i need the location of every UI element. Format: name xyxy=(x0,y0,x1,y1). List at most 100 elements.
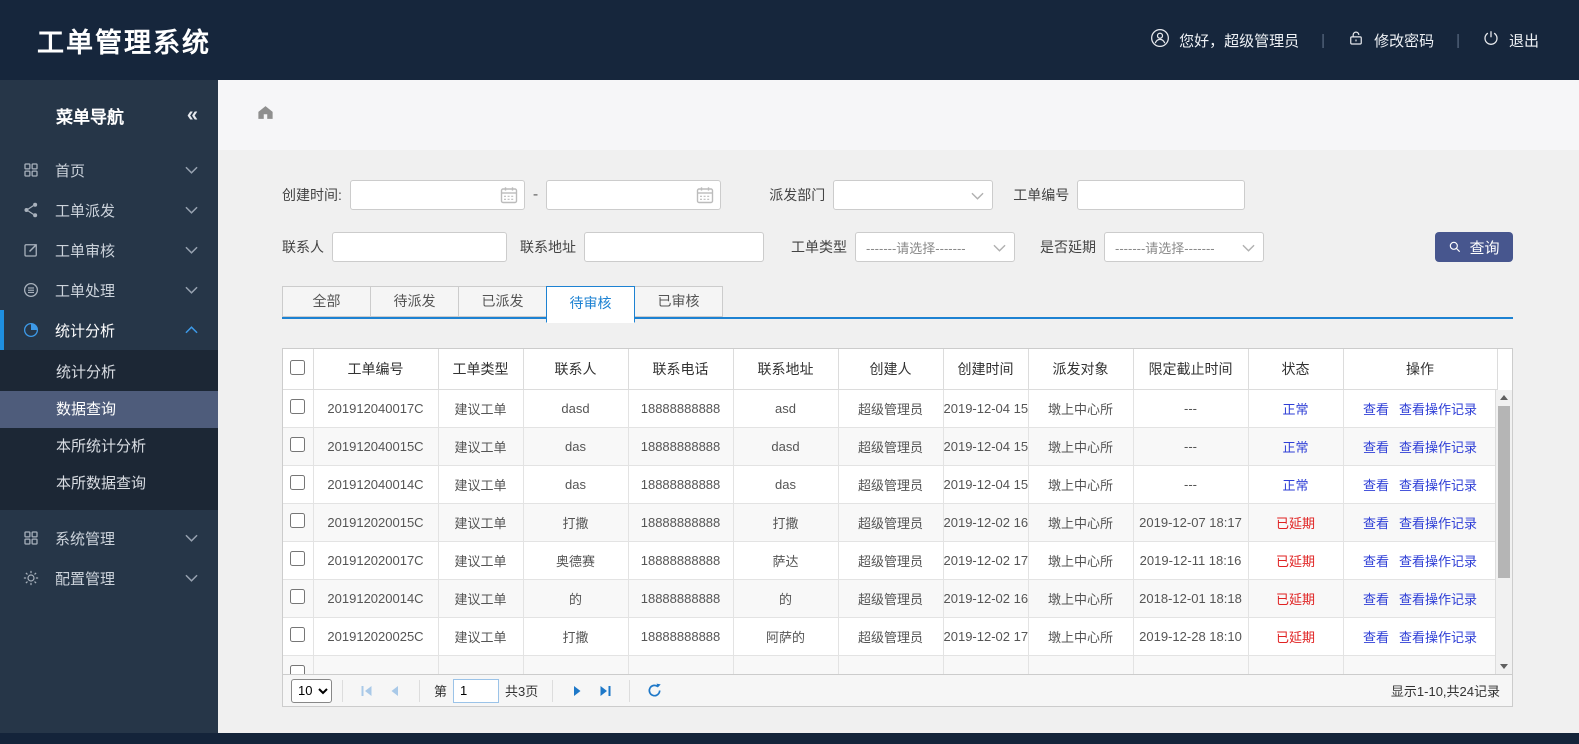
calendar-icon[interactable] xyxy=(499,185,519,210)
row-checkbox[interactable] xyxy=(290,437,306,452)
sidebar-subitem-stats-analysis[interactable]: 统计分析 xyxy=(0,354,218,391)
sidebar-item-config[interactable]: 配置管理 xyxy=(0,558,218,598)
header-divider: | xyxy=(1321,31,1326,49)
sidebar-item-system[interactable]: 系统管理 xyxy=(0,518,218,558)
app-title: 工单管理系统 xyxy=(37,27,211,58)
delayed-select[interactable]: -------请选择------- xyxy=(1104,232,1264,262)
prev-page-button[interactable] xyxy=(383,679,407,703)
chevron-down-icon xyxy=(185,286,198,294)
row-checkbox[interactable] xyxy=(290,589,306,604)
view-log-link[interactable]: 查看操作记录 xyxy=(1399,516,1477,531)
tab-dispatched[interactable]: 已派发 xyxy=(458,286,547,317)
calendar-icon[interactable] xyxy=(695,185,715,210)
page-prefix-label: 第 xyxy=(434,684,448,699)
collapse-sidebar-button[interactable]: « xyxy=(187,104,198,127)
user-greeting-label: 您好，超级管理员 xyxy=(1179,32,1300,50)
view-log-link[interactable]: 查看操作记录 xyxy=(1399,478,1477,493)
order-type-select[interactable]: -------请选择------- xyxy=(855,232,1015,262)
refresh-button[interactable] xyxy=(642,679,666,703)
row-checkbox[interactable] xyxy=(290,513,306,528)
user-icon xyxy=(1150,28,1170,52)
status-badge: 已延期 xyxy=(1247,502,1344,542)
scroll-up-arrow[interactable] xyxy=(1496,390,1512,405)
select-all-checkbox[interactable] xyxy=(290,359,306,375)
view-link[interactable]: 查看 xyxy=(1363,554,1389,569)
row-checkbox[interactable] xyxy=(290,475,306,490)
view-link[interactable]: 查看 xyxy=(1363,440,1389,455)
status-badge: 正常 xyxy=(1247,426,1344,466)
row-checkbox[interactable] xyxy=(290,627,306,642)
gear-icon xyxy=(22,569,40,587)
table-row: 201912020014C 建议工单 的 18888888888 的 超级管理员… xyxy=(283,578,1498,618)
tab-to-dispatch[interactable]: 待派发 xyxy=(370,286,459,317)
contact-input[interactable] xyxy=(332,232,507,262)
col-status: 状态 xyxy=(1247,349,1344,390)
view-log-link[interactable]: 查看操作记录 xyxy=(1399,592,1477,607)
sidebar-item-process[interactable]: 工单处理 xyxy=(0,270,218,310)
pager-divider xyxy=(629,679,631,702)
tab-to-review[interactable]: 待审核 xyxy=(546,286,635,323)
order-no-input[interactable] xyxy=(1077,180,1246,210)
pager-divider xyxy=(342,679,343,702)
coins-icon xyxy=(22,281,40,299)
filter-form: 创建时间: - 派发部门 工单编号 联系人 联系地址 工单类型 -------请… xyxy=(282,180,1513,262)
home-icon[interactable] xyxy=(256,103,275,127)
query-button[interactable]: 查询 xyxy=(1435,232,1513,262)
sidebar-subitem-branch-query[interactable]: 本所数据查询 xyxy=(0,465,218,502)
tab-all[interactable]: 全部 xyxy=(282,286,371,317)
sidebar-subitem-data-query[interactable]: 数据查询 xyxy=(0,391,218,428)
logout-link[interactable]: 退出 xyxy=(1482,29,1539,51)
view-link[interactable]: 查看 xyxy=(1363,516,1389,531)
sidebar-item-home[interactable]: 首页 xyxy=(0,150,218,190)
contact-addr-input[interactable] xyxy=(584,232,764,262)
view-link[interactable]: 查看 xyxy=(1363,630,1389,645)
col-phone: 联系电话 xyxy=(627,349,734,390)
col-contact: 联系人 xyxy=(522,349,629,390)
view-link[interactable]: 查看 xyxy=(1363,402,1389,417)
table-row: 201912040014C 建议工单 das 18888888888 das 超… xyxy=(283,464,1498,504)
view-link[interactable]: 查看 xyxy=(1363,478,1389,493)
status-badge: 正常 xyxy=(1247,388,1344,428)
view-log-link[interactable]: 查看操作记录 xyxy=(1399,440,1477,455)
row-checkbox[interactable] xyxy=(290,551,306,566)
app-header: 工单管理系统 您好，超级管理员 | 修改密码 | 退出 xyxy=(0,0,1579,80)
header-right: 您好，超级管理员 | 修改密码 | 退出 xyxy=(1150,28,1539,52)
view-log-link[interactable]: 查看操作记录 xyxy=(1399,630,1477,645)
contact-label: 联系人 xyxy=(282,239,324,255)
page-size-select[interactable]: 10 xyxy=(291,678,332,703)
chevron-down-icon xyxy=(971,192,984,200)
sidebar-subitem-branch-stats[interactable]: 本所统计分析 xyxy=(0,428,218,465)
created-time-label: 创建时间: xyxy=(282,187,342,203)
dispatch-dept-select[interactable] xyxy=(833,180,994,210)
next-page-button[interactable] xyxy=(565,679,589,703)
chevron-down-icon xyxy=(1242,244,1255,252)
user-greeting[interactable]: 您好，超级管理员 xyxy=(1150,28,1299,52)
page: 工单管理系统 您好，超级管理员 | 修改密码 | 退出 菜单导航 « 首页 工单… xyxy=(0,0,1579,744)
row-checkbox[interactable] xyxy=(290,399,306,414)
edit-icon xyxy=(22,241,40,259)
change-password-link[interactable]: 修改密码 xyxy=(1347,29,1434,51)
page-number-input[interactable] xyxy=(453,678,500,703)
table-scrollbar[interactable] xyxy=(1495,390,1512,674)
breadcrumb xyxy=(218,80,1579,150)
row-checkbox[interactable] xyxy=(290,665,306,674)
scrollbar-thumb[interactable] xyxy=(1498,406,1510,578)
order-type-label: 工单类型 xyxy=(791,239,847,255)
view-log-link[interactable]: 查看操作记录 xyxy=(1399,402,1477,417)
view-link[interactable]: 查看 xyxy=(1363,592,1389,607)
sidebar-item-review[interactable]: 工单审核 xyxy=(0,230,218,270)
lock-icon xyxy=(1347,29,1365,51)
last-page-button[interactable] xyxy=(593,679,617,703)
chevron-down-icon xyxy=(185,166,198,174)
col-creator: 创建人 xyxy=(837,349,944,390)
view-log-link[interactable]: 查看操作记录 xyxy=(1399,554,1477,569)
tab-reviewed[interactable]: 已审核 xyxy=(634,286,723,317)
share-icon xyxy=(22,201,40,219)
table-row: 201912020025C 建议工单 打撒 18888888888 阿萨的 超级… xyxy=(283,616,1498,656)
search-icon xyxy=(1450,241,1461,253)
first-page-button[interactable] xyxy=(355,679,379,703)
record-count-label: 显示1-10,共24记录 xyxy=(1390,684,1500,699)
scroll-down-arrow[interactable] xyxy=(1496,659,1512,674)
sidebar-item-stats[interactable]: 统计分析 xyxy=(0,310,218,350)
sidebar-item-dispatch[interactable]: 工单派发 xyxy=(0,190,218,230)
